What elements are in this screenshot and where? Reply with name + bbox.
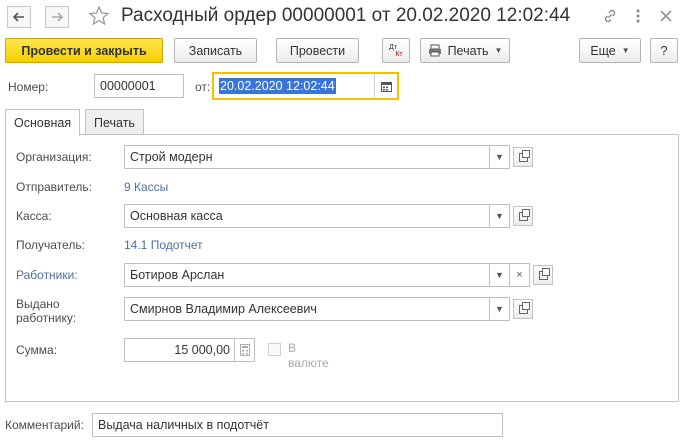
calendar-icon[interactable] (376, 76, 396, 96)
issued-label: Выдано работнику: (16, 297, 77, 325)
dropdown-button[interactable]: ▼ (490, 145, 510, 169)
clear-button[interactable]: × (510, 263, 530, 287)
chevron-down-icon: ▼ (495, 270, 504, 280)
chevron-down-icon: ▼ (494, 46, 503, 55)
dropdown-button[interactable]: ▼ (490, 297, 510, 321)
more-vertical-icon[interactable] (628, 6, 648, 26)
page-title: Расходный ордер 00000001 от 20.02.2020 1… (121, 5, 571, 26)
help-button[interactable]: ? (650, 38, 678, 63)
open-icon (518, 301, 530, 314)
post-button[interactable]: Провести (276, 38, 359, 63)
forward-button[interactable] (45, 6, 69, 28)
date-label: от: (195, 80, 211, 94)
close-icon[interactable] (656, 6, 676, 26)
more-button[interactable]: Еще ▼ (579, 38, 641, 63)
comment-field[interactable]: Выдача наличных в подотчёт (92, 413, 503, 437)
dropdown-button[interactable]: ▼ (490, 263, 510, 287)
open-icon (518, 149, 530, 162)
employees-label[interactable]: Работники: (16, 268, 78, 282)
amount-label: Сумма: (16, 343, 58, 357)
tab-main[interactable]: Основная (5, 109, 81, 136)
printer-icon (428, 44, 441, 57)
recipient-link[interactable]: 14.1 Подотчет (124, 238, 203, 252)
print-button[interactable]: Печать ▼ (420, 38, 510, 63)
post-and-close-button[interactable]: Провести и закрыть (5, 38, 163, 63)
dropdown-button[interactable]: ▼ (490, 204, 510, 228)
open-button[interactable] (533, 265, 553, 285)
currency-label: В валюте (288, 341, 329, 370)
save-button[interactable]: Записать (174, 38, 257, 63)
calculator-button[interactable] (235, 338, 255, 362)
tab-print[interactable]: Печать (85, 109, 144, 135)
cashbox-field[interactable]: Основная касса (124, 204, 490, 228)
number-field[interactable]: 00000001 (94, 74, 184, 98)
open-button[interactable] (513, 206, 533, 226)
clear-icon: × (516, 269, 523, 281)
comment-label: Комментарий: (5, 418, 84, 432)
open-icon (538, 267, 550, 280)
chevron-down-icon: ▼ (621, 46, 630, 55)
organization-label: Организация: (16, 150, 92, 164)
back-button[interactable] (7, 6, 31, 28)
cashbox-label: Касса: (16, 209, 52, 223)
amount-field[interactable]: 15 000,00 (124, 338, 235, 362)
chevron-down-icon: ▼ (495, 152, 504, 162)
arrow-left-icon (13, 12, 24, 22)
employees-field[interactable]: Ботиров Арслан (124, 263, 490, 287)
open-button[interactable] (513, 147, 533, 167)
currency-checkbox[interactable] (268, 343, 281, 356)
dt-kt-icon: Дт Кт (389, 43, 403, 58)
sender-link[interactable]: 9 Кассы (124, 180, 168, 194)
arrow-right-icon (52, 12, 63, 22)
chevron-down-icon: ▼ (495, 211, 504, 221)
open-icon (518, 208, 530, 221)
organization-field[interactable]: Строй модерн (124, 145, 490, 169)
sender-label: Отправитель: (16, 180, 92, 194)
dt-kt-button[interactable]: Дт Кт (382, 38, 410, 63)
date-field[interactable]: 20.02.2020 12:02:44 (212, 72, 399, 100)
star-icon[interactable] (88, 5, 110, 27)
number-label: Номер: (8, 80, 49, 94)
link-icon[interactable] (600, 6, 620, 26)
recipient-label: Получатель: (16, 238, 85, 252)
issued-field[interactable]: Смирнов Владимир Алексеевич (124, 297, 490, 321)
date-value: 20.02.2020 12:02:44 (219, 78, 336, 94)
open-button[interactable] (513, 299, 533, 319)
chevron-down-icon: ▼ (495, 304, 504, 314)
calculator-icon (239, 344, 250, 356)
